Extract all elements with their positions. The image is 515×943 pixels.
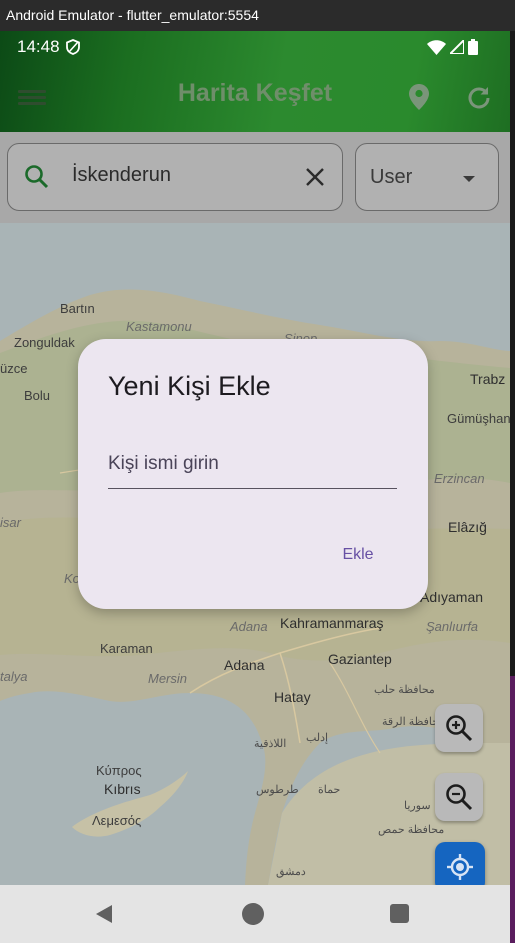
shield-icon	[66, 39, 80, 55]
emulator-frame-edge	[510, 31, 515, 943]
map-label: Karaman	[100, 641, 153, 656]
app-title: Harita Keşfet	[177, 79, 333, 107]
search-input-value[interactable]: İskenderun	[72, 164, 171, 187]
zoom-in-button[interactable]	[435, 704, 483, 752]
map-label: Gümüşhan	[447, 411, 510, 426]
map-label: إدلب	[306, 732, 329, 744]
map-label: Erzincan	[434, 471, 485, 486]
add-person-dialog: Yeni Kişi Ekle Ekle	[78, 339, 428, 609]
person-name-input[interactable]	[108, 439, 397, 489]
signal-icon	[450, 40, 464, 54]
search-row: İskenderun User	[0, 132, 510, 223]
app-bar: 14:48 Harita Keşfet	[0, 31, 510, 132]
user-dropdown[interactable]: User	[355, 143, 499, 211]
map-label: Elâzığ	[448, 519, 487, 535]
add-button[interactable]: Ekle	[328, 535, 388, 575]
map-label: Zonguldak	[14, 335, 75, 350]
map-label: Κύπρος	[96, 763, 142, 778]
map-label: حماة	[318, 784, 341, 796]
map-label: Şanlıurfa	[426, 619, 479, 634]
map-label: Mersin	[148, 671, 188, 686]
map-label: Bartın	[60, 301, 95, 316]
map-label: محافظة حمص	[378, 824, 445, 836]
status-icons	[427, 39, 478, 55]
map-label: Kastamonu	[126, 319, 192, 334]
back-icon[interactable]	[94, 904, 114, 924]
map-label: طرطوس	[256, 784, 299, 796]
my-location-icon	[447, 854, 473, 880]
map-label: سوريا	[404, 800, 431, 812]
chevron-down-icon	[463, 176, 475, 182]
home-icon[interactable]	[242, 903, 264, 925]
wifi-icon	[427, 39, 446, 55]
map-label: Kahramanmaraş	[280, 615, 384, 631]
emulator-window-title: Android Emulator - flutter_emulator:5554	[0, 0, 515, 31]
map-label: دمشق	[276, 866, 306, 878]
map-label: talya	[0, 669, 28, 684]
map-label: Kıbrıs	[104, 781, 141, 797]
zoom-out-icon	[446, 784, 473, 811]
map-label: Λεμεσός	[92, 813, 142, 828]
map-label: Adana	[230, 619, 268, 634]
map-label: üzce	[0, 361, 28, 376]
location-pin-icon[interactable]	[409, 84, 429, 110]
map-label: محافظة حلب	[374, 684, 435, 696]
close-icon[interactable]	[304, 166, 326, 188]
search-icon	[25, 165, 49, 189]
map-label: Bolu	[24, 388, 51, 403]
map-label: Adıyaman	[420, 589, 484, 605]
phone-screen: 14:48 Harita Keşfet İskenderun User Bart…	[0, 31, 510, 943]
map-label: Adana	[224, 657, 265, 673]
map-label: Gaziantep	[328, 651, 392, 667]
system-nav-bar	[0, 885, 510, 943]
map-label: اللاذقية	[254, 738, 287, 750]
zoom-out-button[interactable]	[435, 773, 483, 821]
status-time: 14:48	[17, 37, 60, 56]
map-label: isar	[0, 515, 21, 530]
my-location-button[interactable]	[435, 842, 485, 885]
map-label: Hatay	[274, 689, 311, 705]
user-dropdown-value: User	[370, 166, 413, 188]
recent-apps-icon[interactable]	[390, 904, 409, 923]
search-field[interactable]: İskenderun	[7, 143, 343, 211]
refresh-icon[interactable]	[467, 85, 491, 109]
map-label: Trabz	[470, 371, 506, 387]
battery-icon	[468, 39, 478, 55]
dialog-title: Yeni Kişi Ekle	[108, 371, 271, 401]
zoom-in-icon	[446, 715, 473, 742]
